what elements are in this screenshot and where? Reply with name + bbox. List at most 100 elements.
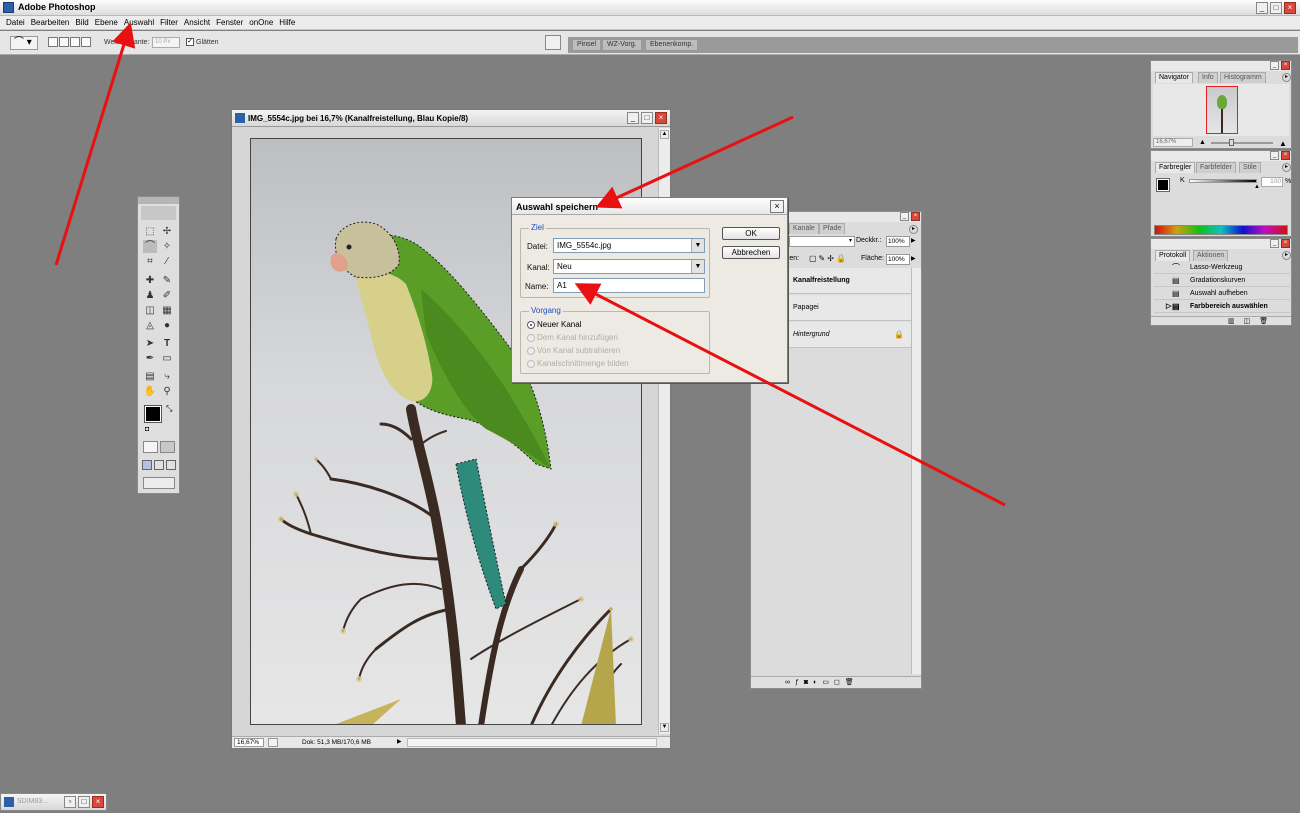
smooth-checkbox[interactable]: ✓ bbox=[186, 38, 194, 46]
feather-logo-icon[interactable] bbox=[141, 206, 176, 220]
well-tab-tool-presets[interactable]: WZ-Vorg. bbox=[602, 39, 642, 51]
foreground-color-swatch[interactable] bbox=[144, 405, 162, 423]
tool-palette-header[interactable] bbox=[138, 197, 179, 204]
tab-color[interactable]: Farbregler bbox=[1155, 162, 1196, 173]
restore-icon[interactable]: ▫ bbox=[64, 796, 76, 808]
new-layer-icon[interactable]: ◻ bbox=[834, 679, 845, 686]
hand-icon[interactable]: ✋ bbox=[143, 385, 157, 398]
color-slider[interactable] bbox=[1189, 179, 1257, 183]
jump-to-imageready-icon[interactable] bbox=[143, 477, 175, 489]
fill-arrow-icon[interactable]: ▶ bbox=[911, 254, 919, 265]
adjustment-layer-icon[interactable]: ◐ bbox=[813, 679, 822, 686]
radio-add-to-channel[interactable] bbox=[527, 334, 535, 342]
screen-mode-standard-icon[interactable] bbox=[142, 460, 152, 470]
maximize-icon[interactable]: □ bbox=[78, 796, 90, 808]
move-icon[interactable]: ✢ bbox=[160, 225, 174, 238]
dialog-title-bar[interactable]: Auswahl speichern × bbox=[512, 198, 787, 215]
lock-options-icon[interactable]: ▢✎✢🔒 bbox=[809, 254, 848, 263]
intersect-selection-icon[interactable] bbox=[81, 37, 91, 47]
tab-styles[interactable]: Stile bbox=[1239, 162, 1261, 173]
navigator-zoom-field[interactable]: 16,67% bbox=[1153, 138, 1193, 147]
minimize-icon[interactable]: _ bbox=[1256, 2, 1268, 14]
minimized-document-window[interactable]: SDIM83... ▫ □ × bbox=[0, 793, 107, 811]
history-brush-icon[interactable]: ✐ bbox=[160, 289, 174, 302]
trash-icon[interactable]: 🗑 bbox=[1259, 318, 1277, 325]
new-group-icon[interactable]: ▭ bbox=[822, 679, 834, 686]
navigator-menu-icon[interactable]: ▸ bbox=[1282, 73, 1291, 82]
add-selection-icon[interactable] bbox=[59, 37, 69, 47]
eraser-icon[interactable]: ◫ bbox=[143, 304, 157, 317]
well-tab-brushes[interactable]: Pinsel bbox=[572, 39, 602, 51]
chevron-down-icon[interactable]: ▼ bbox=[691, 260, 704, 273]
close-icon[interactable]: × bbox=[92, 796, 104, 808]
link-layers-icon[interactable]: ∞ bbox=[785, 679, 795, 686]
magic-wand-icon[interactable]: ✧ bbox=[160, 240, 174, 253]
zoom-field[interactable]: 16,67% bbox=[234, 738, 264, 747]
clone-stamp-icon[interactable]: ♟ bbox=[143, 289, 157, 302]
default-colors-icon[interactable]: ◘ bbox=[145, 426, 149, 433]
new-document-from-state-icon[interactable]: ▥ bbox=[1228, 318, 1244, 325]
screen-mode-menu-icon[interactable] bbox=[154, 460, 164, 470]
zoom-icon[interactable]: ⚲ bbox=[160, 385, 174, 398]
file-select[interactable]: IMG_5554c.jpg ▼ bbox=[553, 238, 705, 253]
new-snapshot-icon[interactable]: ◫ bbox=[1244, 318, 1260, 325]
standard-mode-icon[interactable] bbox=[143, 441, 158, 453]
blend-mode-select[interactable]: ▾ bbox=[789, 236, 855, 247]
new-selection-icon[interactable] bbox=[48, 37, 58, 47]
zoom-slider-handle[interactable] bbox=[1229, 139, 1234, 146]
doc-close-icon[interactable]: × bbox=[655, 112, 667, 124]
history-item[interactable]: ▤ Gradationskurven bbox=[1154, 275, 1290, 287]
color-slider-handle[interactable]: ▲ bbox=[1254, 184, 1260, 190]
channel-select[interactable]: Neu ▼ bbox=[553, 259, 705, 274]
color-value-input[interactable]: 100 bbox=[1261, 177, 1283, 187]
zoom-in-icon[interactable]: ▲ bbox=[1279, 139, 1287, 148]
scroll-down-icon[interactable]: ▼ bbox=[660, 723, 669, 732]
gradient-icon[interactable]: ▦ bbox=[160, 304, 174, 317]
path-selection-icon[interactable]: ➤ bbox=[143, 337, 157, 350]
menu-bild[interactable]: Bild bbox=[72, 16, 91, 29]
layers-scrollbar[interactable] bbox=[911, 268, 921, 674]
layer-mask-icon[interactable]: ◙ bbox=[804, 679, 813, 686]
slice-icon[interactable]: ∕ bbox=[160, 255, 174, 268]
layers-minimize-icon[interactable]: _ bbox=[900, 212, 909, 221]
document-title-bar[interactable]: IMG_5554c.jpg bei 16,7% (Kanalfreistellu… bbox=[232, 110, 670, 127]
doc-minimize-icon[interactable]: _ bbox=[627, 112, 639, 124]
menu-bearbeiten[interactable]: Bearbeiten bbox=[28, 16, 73, 29]
history-menu-icon[interactable]: ▸ bbox=[1282, 251, 1291, 260]
menu-hilfe[interactable]: Hilfe bbox=[276, 16, 298, 29]
tab-actions[interactable]: Aktionen bbox=[1193, 250, 1229, 261]
scroll-up-icon[interactable]: ▲ bbox=[660, 130, 669, 139]
lasso-preset-icon[interactable]: ⌒ ▾ bbox=[10, 36, 38, 50]
type-icon[interactable]: T bbox=[160, 337, 174, 350]
radio-subtract-from-channel[interactable] bbox=[527, 347, 535, 355]
status-options-icon[interactable] bbox=[268, 738, 278, 747]
maximize-icon[interactable]: □ bbox=[1270, 2, 1282, 14]
tab-swatches[interactable]: Farbfelder bbox=[1196, 162, 1236, 173]
menu-ebene[interactable]: Ebene bbox=[92, 16, 121, 29]
opacity-arrow-icon[interactable]: ▶ bbox=[911, 236, 919, 247]
close-icon[interactable]: × bbox=[1284, 2, 1296, 14]
navigator-close-icon[interactable]: × bbox=[1281, 61, 1290, 70]
dodge-icon[interactable]: ● bbox=[160, 319, 174, 332]
color-ramp[interactable] bbox=[1154, 225, 1288, 235]
tab-history[interactable]: Protokoll bbox=[1155, 250, 1191, 261]
navigator-view-box[interactable] bbox=[1206, 86, 1238, 134]
blur-icon[interactable]: ◬ bbox=[143, 319, 157, 332]
healing-brush-icon[interactable]: ✚ bbox=[143, 274, 157, 287]
feather-input[interactable]: 10 Px bbox=[152, 37, 180, 48]
ok-button[interactable]: OK bbox=[722, 227, 780, 240]
tab-info[interactable]: Info bbox=[1198, 72, 1218, 83]
history-item[interactable]: ⌒ Lasso-Werkzeug bbox=[1154, 262, 1290, 274]
dialog-close-icon[interactable]: × bbox=[770, 200, 784, 213]
menu-filter[interactable]: Filter bbox=[157, 16, 181, 29]
layer-style-icon[interactable]: ƒ bbox=[795, 679, 804, 686]
color-foreground-swatch[interactable] bbox=[1156, 178, 1170, 192]
trash-icon[interactable]: 🗑 bbox=[845, 679, 859, 686]
navigator-minimize-icon[interactable]: _ bbox=[1270, 61, 1279, 70]
doc-maximize-icon[interactable]: □ bbox=[641, 112, 653, 124]
history-item[interactable]: ▤ Auswahl aufheben bbox=[1154, 288, 1290, 300]
history-close-icon[interactable]: × bbox=[1281, 239, 1290, 248]
well-tab-layer-comps[interactable]: Ebenenkomp. bbox=[645, 39, 699, 51]
history-palette-header[interactable]: _ × bbox=[1151, 239, 1291, 249]
lasso-icon[interactable]: ⌒ bbox=[143, 240, 157, 253]
